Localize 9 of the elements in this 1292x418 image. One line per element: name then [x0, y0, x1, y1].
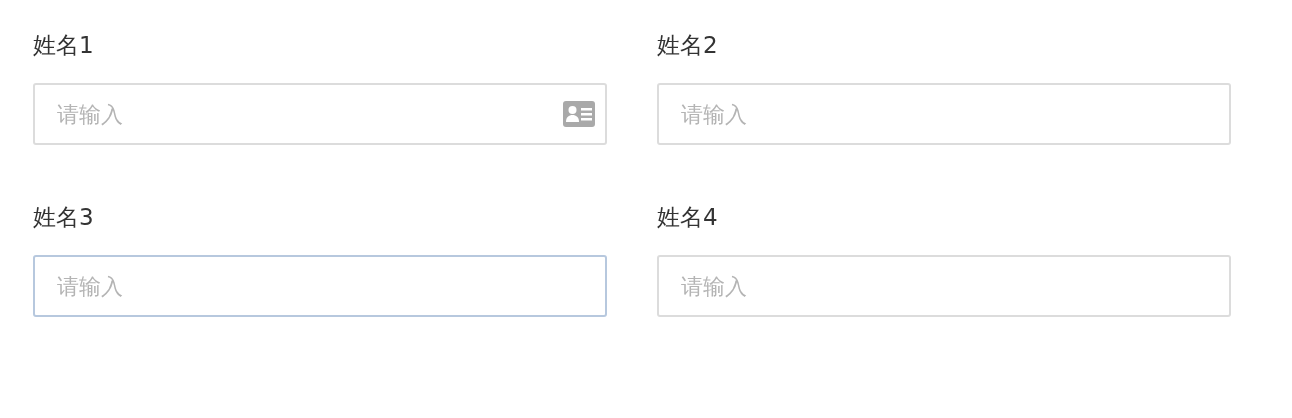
id-card-icon[interactable]: [563, 101, 595, 127]
input-field[interactable]: 请输入: [33, 83, 607, 145]
field-label: 姓名3: [33, 203, 94, 232]
field-label: 姓名4: [657, 203, 718, 232]
input-field[interactable]: 请输入: [657, 83, 1231, 145]
input-field[interactable]: 请输入: [657, 255, 1231, 317]
input-field[interactable]: 请输入: [33, 255, 607, 317]
field-label: 姓名1: [33, 31, 94, 60]
field-label: 姓名2: [657, 31, 718, 60]
